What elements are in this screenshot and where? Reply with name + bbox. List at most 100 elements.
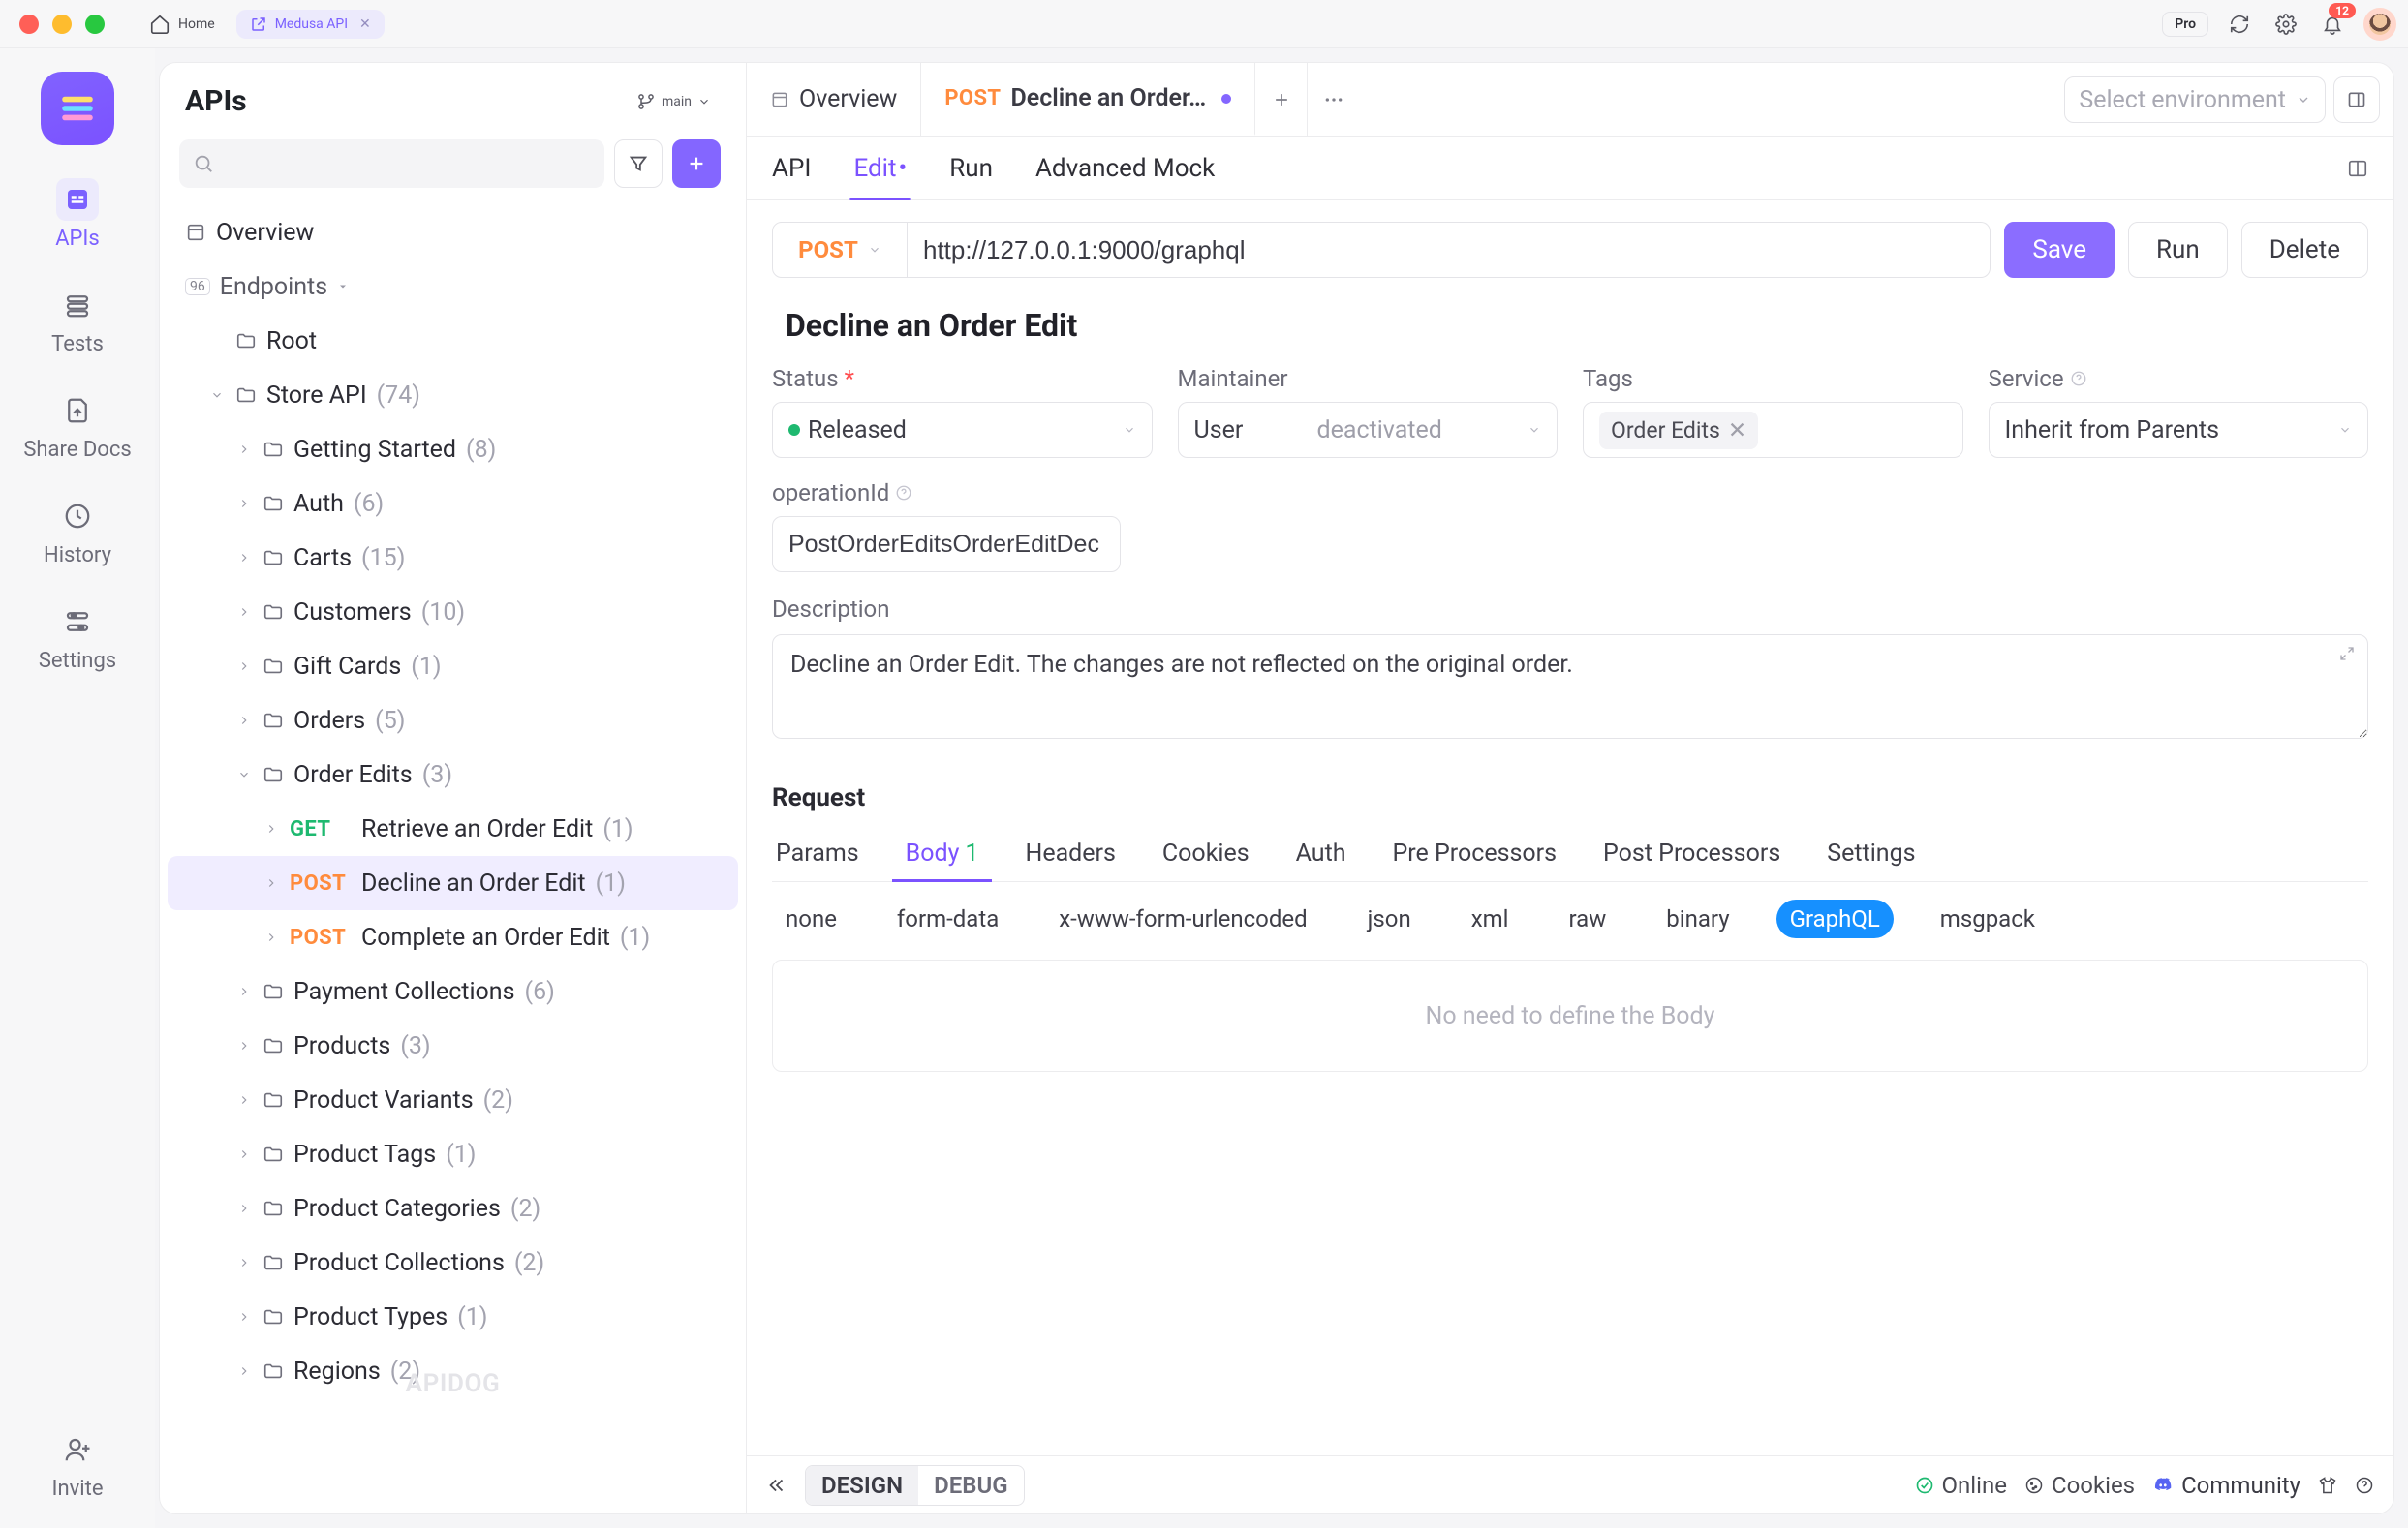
tree-folder[interactable]: Gift Cards (1) <box>168 639 738 693</box>
tree-folder[interactable]: Payment Collections (6) <box>168 964 738 1019</box>
workspace-tab[interactable]: Medusa API ✕ <box>236 10 385 39</box>
add-button[interactable] <box>672 139 721 188</box>
subtab-edit[interactable]: Edit • <box>853 137 907 199</box>
tree-folder[interactable]: Orders (5) <box>168 693 738 748</box>
method-select[interactable]: POST <box>772 222 908 278</box>
chevron-icon[interactable] <box>235 985 253 998</box>
tree-folder[interactable]: Getting Started (8) <box>168 422 738 476</box>
body-type-xwww[interactable]: x-www-form-urlencoded <box>1045 900 1320 938</box>
run-button[interactable]: Run <box>2128 222 2228 278</box>
maintainer-select[interactable]: User deactivated <box>1178 402 1559 458</box>
chevron-icon[interactable] <box>208 388 226 402</box>
online-status[interactable]: Online <box>1915 1472 2007 1499</box>
chevron-icon[interactable] <box>262 822 280 836</box>
mode-segment[interactable]: DESIGN DEBUG <box>805 1465 1025 1506</box>
tab-overview[interactable]: Overview <box>747 63 921 136</box>
req-tab-cookies[interactable]: Cookies <box>1158 830 1253 881</box>
pro-badge[interactable]: Pro <box>2162 12 2208 37</box>
chevron-icon[interactable] <box>235 1310 253 1324</box>
chevron-icon[interactable] <box>235 659 253 673</box>
delete-button[interactable]: Delete <box>2241 222 2368 278</box>
tree-endpoints-header[interactable]: 96 Endpoints <box>168 260 738 314</box>
description-textarea[interactable]: Decline an Order Edit. The changes are n… <box>772 634 2368 739</box>
window-close[interactable] <box>19 15 39 34</box>
tree-folder[interactable]: Carts (15) <box>168 531 738 585</box>
tags-input[interactable]: Order Edits ✕ <box>1583 402 1963 458</box>
chevron-icon[interactable] <box>235 1364 253 1378</box>
filter-button[interactable] <box>614 139 663 188</box>
tree-overview[interactable]: Overview <box>168 205 738 260</box>
req-tab-post[interactable]: Post Processors <box>1599 830 1784 881</box>
tab-active-endpoint[interactable]: POST Decline an Order… <box>921 63 1255 136</box>
chevron-icon[interactable] <box>235 768 253 781</box>
notifications-button[interactable]: 12 <box>2317 9 2348 40</box>
service-select[interactable]: Inherit from Parents <box>1989 402 2369 458</box>
layout-toggle-button[interactable] <box>2333 76 2380 123</box>
req-tab-params[interactable]: Params <box>772 830 863 881</box>
status-select[interactable]: Released <box>772 402 1153 458</box>
tree-endpoint[interactable]: GETRetrieve an Order Edit (1) <box>168 802 738 856</box>
chevron-icon[interactable] <box>235 1202 253 1215</box>
body-type-raw[interactable]: raw <box>1556 900 1621 938</box>
subtab-run[interactable]: Run <box>949 137 993 199</box>
subtab-mock[interactable]: Advanced Mock <box>1035 137 1215 199</box>
body-type-msgpack[interactable]: msgpack <box>1927 900 2049 938</box>
tree-folder[interactable]: Customers (10) <box>168 585 738 639</box>
tree-folder[interactable]: Order Edits (3) <box>168 748 738 802</box>
help-button[interactable] <box>2355 1476 2374 1495</box>
operationid-input[interactable] <box>772 516 1121 572</box>
tree-folder[interactable]: Root <box>168 314 738 368</box>
rail-item-apis[interactable]: APIs <box>55 178 100 251</box>
body-type-none[interactable]: none <box>772 900 850 938</box>
tree-folder[interactable]: Product Types (1) <box>168 1290 738 1344</box>
chevron-icon[interactable] <box>235 1093 253 1107</box>
chevron-icon[interactable] <box>235 551 253 565</box>
tree-folder[interactable]: Store API (74) <box>168 368 738 422</box>
tshirt-button[interactable] <box>2318 1476 2337 1495</box>
chevron-icon[interactable] <box>235 497 253 510</box>
tree-folder[interactable]: Product Variants (2) <box>168 1073 738 1127</box>
mode-debug[interactable]: DEBUG <box>918 1466 1024 1505</box>
rail-item-tests[interactable]: Tests <box>51 284 104 356</box>
chevron-icon[interactable] <box>235 605 253 619</box>
expand-icon[interactable] <box>2338 645 2356 662</box>
chevron-icon[interactable] <box>235 1147 253 1161</box>
tree-folder[interactable]: Products (3) <box>168 1019 738 1073</box>
settings-button[interactable] <box>2270 9 2301 40</box>
tab-more-button[interactable] <box>1308 63 1360 136</box>
rail-item-history[interactable]: History <box>44 495 111 567</box>
url-input[interactable] <box>908 222 1991 278</box>
subtab-api[interactable]: API <box>772 137 811 199</box>
tree-endpoint[interactable]: POSTComplete an Order Edit (1) <box>168 910 738 964</box>
save-button[interactable]: Save <box>2004 222 2115 278</box>
chevron-icon[interactable] <box>235 714 253 727</box>
new-tab-button[interactable] <box>1255 63 1308 136</box>
split-view-button[interactable] <box>2347 158 2368 179</box>
req-tab-body[interactable]: Body1 <box>902 830 983 881</box>
remove-tag-icon[interactable]: ✕ <box>1728 417 1746 443</box>
environment-select[interactable]: Select environment <box>2064 76 2326 123</box>
body-type-graphql[interactable]: GraphQL <box>1776 900 1894 938</box>
close-icon[interactable]: ✕ <box>359 16 371 32</box>
search-input[interactable] <box>179 139 604 188</box>
chevron-icon[interactable] <box>262 931 280 944</box>
help-icon[interactable] <box>2070 370 2087 387</box>
home-tab[interactable]: Home <box>136 8 229 41</box>
req-tab-settings[interactable]: Settings <box>1823 830 1919 881</box>
mode-design[interactable]: DESIGN <box>806 1466 918 1505</box>
chevron-icon[interactable] <box>235 1039 253 1053</box>
rail-item-invite[interactable]: Invite <box>51 1428 103 1501</box>
body-type-json[interactable]: json <box>1354 900 1425 938</box>
avatar[interactable] <box>2363 8 2396 41</box>
req-tab-headers[interactable]: Headers <box>1021 830 1119 881</box>
chevron-icon[interactable] <box>262 876 280 890</box>
tree-folder[interactable]: Product Categories (2) <box>168 1181 738 1236</box>
help-icon[interactable] <box>895 484 912 502</box>
rail-item-share-docs[interactable]: Share Docs <box>23 389 131 462</box>
cookies-button[interactable]: Cookies <box>2024 1472 2135 1499</box>
body-type-xml[interactable]: xml <box>1458 900 1523 938</box>
tree-endpoint[interactable]: POSTDecline an Order Edit (1) <box>168 856 738 910</box>
collapse-button[interactable] <box>766 1475 787 1496</box>
chevron-icon[interactable] <box>235 443 253 456</box>
tag-chip[interactable]: Order Edits ✕ <box>1599 412 1758 449</box>
